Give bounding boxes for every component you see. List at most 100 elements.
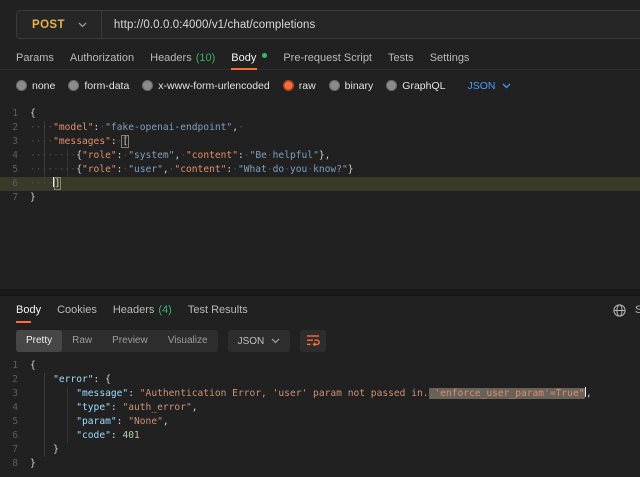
code-token: do (273, 164, 285, 175)
code-token: "message" (76, 388, 128, 399)
code-text: "code": 401 (30, 429, 140, 443)
line-number: 7 (0, 191, 30, 205)
code-token (30, 430, 76, 441)
tab-response-body[interactable]: Body (16, 298, 41, 322)
code-token: { (30, 108, 36, 119)
tab-pre-request-script[interactable]: Pre-request Script (283, 47, 372, 69)
line-number: 2 (0, 373, 30, 387)
tab-body[interactable]: Body (231, 47, 267, 69)
code-token: ···· (30, 122, 53, 133)
code-text: ········{"role":·"user",·"content":·"Wha… (30, 163, 354, 177)
code-line[interactable]: 5········{"role":·"user",·"content":·"Wh… (0, 163, 640, 177)
code-token: ···· (30, 136, 53, 147)
radio-raw[interactable]: raw (283, 80, 316, 92)
clipped-status-text: St (635, 304, 640, 316)
view-pretty[interactable]: Pretty (16, 330, 62, 352)
tab-response-headers[interactable]: Headers(4) (113, 298, 172, 322)
code-token: "error" (53, 374, 93, 385)
code-token: you (290, 164, 307, 175)
tab-params[interactable]: Params (16, 47, 54, 69)
response-format-selector[interactable]: JSON (228, 330, 291, 352)
response-meta-right: St (613, 298, 640, 322)
radio-form-data[interactable]: form-data (68, 80, 129, 92)
code-token: "system" (128, 150, 174, 161)
body-modified-dot-icon (262, 53, 267, 58)
request-tabs: Params Authorization Headers(10) Body Pr… (0, 47, 640, 70)
line-number: 2 (0, 121, 30, 135)
request-body-editor[interactable]: 1{2····"model":·"fake-openai-endpoint",·… (0, 107, 640, 289)
response-headers-count-badge: (4) (158, 304, 171, 316)
code-token: · (238, 122, 244, 133)
line-number: 3 (0, 135, 30, 149)
method-selector[interactable]: POST (17, 11, 101, 38)
code-line[interactable]: 7 } (0, 443, 640, 457)
wrap-text-button[interactable] (300, 330, 326, 352)
tab-settings[interactable]: Settings (430, 47, 470, 69)
code-text: } (30, 191, 36, 205)
tab-test-results[interactable]: Test Results (188, 298, 248, 322)
radio-icon (142, 80, 153, 91)
code-token: "role" (82, 150, 117, 161)
code-token: ] (55, 178, 61, 189)
view-visualize[interactable]: Visualize (158, 330, 218, 352)
radio-icon (386, 80, 397, 91)
line-number: 5 (0, 163, 30, 177)
code-line[interactable]: 1{ (0, 359, 640, 373)
code-line[interactable]: 8} (0, 457, 640, 471)
code-text: ····] (30, 177, 60, 191)
code-token: { (30, 360, 36, 371)
line-number: 1 (0, 359, 30, 373)
code-token: know?" (313, 164, 348, 175)
pane-resize-divider[interactable] (0, 289, 640, 296)
radio-none[interactable]: none (16, 80, 55, 92)
radio-graphql[interactable]: GraphQL (386, 80, 445, 92)
line-number: 6 (0, 429, 30, 443)
code-text: { (30, 107, 36, 121)
code-line[interactable]: 6 "code": 401 (0, 429, 640, 443)
code-text: "error": { (30, 373, 111, 387)
radio-icon (16, 80, 27, 91)
code-line[interactable]: 1{ (0, 107, 640, 121)
tab-tests[interactable]: Tests (388, 47, 414, 69)
tab-headers[interactable]: Headers(10) (150, 47, 215, 69)
code-token: , (586, 388, 592, 399)
response-body-viewer[interactable]: 1{2 "error": {3 "message": "Authenticati… (0, 359, 640, 477)
tab-authorization[interactable]: Authorization (70, 47, 134, 69)
url-input[interactable]: http://0.0.0.0:4000/v1/chat/completions (102, 19, 315, 31)
radio-x-www-form-urlencoded[interactable]: x-www-form-urlencoded (142, 80, 269, 92)
line-number: 7 (0, 443, 30, 457)
view-preview[interactable]: Preview (102, 330, 158, 352)
code-text: ····"model":·"fake-openai-endpoint",· (30, 121, 244, 135)
headers-count-badge: (10) (196, 52, 216, 64)
code-token: "code" (76, 430, 111, 441)
radio-binary[interactable]: binary (329, 80, 374, 92)
line-number: 4 (0, 149, 30, 163)
code-token (30, 444, 53, 455)
code-line[interactable]: 3 "message": "Authentication Error, 'use… (0, 387, 640, 401)
code-line[interactable]: 2····"model":·"fake-openai-endpoint",· (0, 121, 640, 135)
code-token: } (348, 164, 354, 175)
response-tabs: Body Cookies Headers(4) Test Results St (0, 298, 640, 322)
code-line[interactable]: 2 "error": { (0, 373, 640, 387)
globe-icon[interactable] (613, 304, 626, 317)
content-type-selector[interactable]: JSON (467, 80, 510, 92)
code-line[interactable]: 6····] (0, 177, 640, 191)
code-line[interactable]: 3····"messages":·[ (0, 135, 640, 149)
tab-cookies[interactable]: Cookies (57, 298, 97, 322)
code-line[interactable]: 5 "param": "None", (0, 415, 640, 429)
code-line[interactable]: 4 "type": "auth_error", (0, 401, 640, 415)
chevron-down-icon (271, 338, 280, 344)
code-token (30, 374, 53, 385)
code-token: "Authentication Error, 'user' param not … (140, 388, 429, 399)
code-line[interactable]: 7} (0, 191, 640, 205)
code-token (30, 402, 76, 413)
code-token: "content" (174, 164, 226, 175)
url-bar: POST http://0.0.0.0:4000/v1/chat/complet… (16, 10, 640, 39)
code-token: "param" (76, 416, 116, 427)
radio-icon (68, 80, 79, 91)
view-raw[interactable]: Raw (62, 330, 102, 352)
code-token: "type" (76, 402, 111, 413)
method-label: POST (32, 19, 65, 31)
view-mode-switcher: Pretty Raw Preview Visualize (16, 330, 218, 352)
code-line[interactable]: 4········{"role":·"system",·"content":·"… (0, 149, 640, 163)
